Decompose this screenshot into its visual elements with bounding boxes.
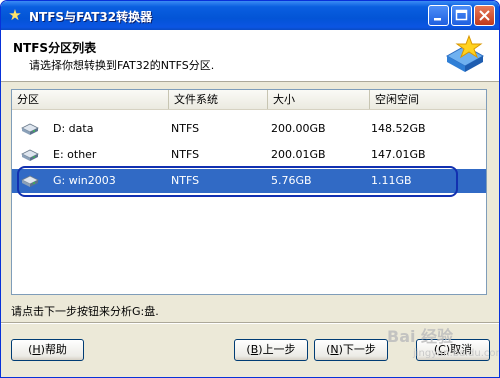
partition-size: 200.01GB: [271, 148, 326, 161]
maximize-icon: [455, 9, 468, 21]
selection-highlight-outline: [17, 166, 458, 197]
close-button[interactable]: [474, 5, 495, 26]
column-header-filesystem[interactable]: 文件系统: [169, 90, 268, 109]
partition-free: 148.52GB: [371, 122, 426, 135]
watermark-logo: Bai 经验: [387, 327, 454, 346]
help-button[interactable]: (H)帮助: [11, 339, 84, 361]
partition-size: 200.00GB: [271, 122, 326, 135]
partition-name: E: other: [53, 148, 97, 161]
back-label: 上一步: [262, 343, 296, 356]
wizard-header: NTFS分区列表 请选择你想转换到FAT32的NTFS分区.: [1, 30, 499, 82]
next-button[interactable]: (N)下一步: [314, 339, 388, 361]
header-subtitle: 请选择你想转换到FAT32的NTFS分区.: [29, 59, 215, 72]
maximize-button[interactable]: [451, 5, 472, 26]
back-accelerator: B: [250, 343, 259, 356]
help-accelerator: H: [32, 343, 41, 356]
partition-name: D: data: [53, 122, 94, 135]
back-button[interactable]: (B)上一步: [234, 339, 308, 361]
app-star-icon: ★: [8, 6, 22, 24]
hard-drive-icon: [21, 149, 39, 161]
status-text: 请点击下一步按钮来分析G:盘.: [11, 305, 159, 318]
column-header-free[interactable]: 空闲空间: [370, 90, 486, 109]
header-title: NTFS分区列表: [13, 41, 97, 55]
watermark-url: jingyan.baidu.com: [413, 348, 500, 359]
partition-row-e[interactable]: E: other NTFS 200.01GB 147.01GB: [12, 143, 486, 167]
window-title: NTFS与FAT32转换器: [29, 10, 153, 24]
minimize-icon: [434, 18, 441, 21]
partition-filesystem: NTFS: [171, 148, 200, 161]
hard-drive-icon: [21, 123, 39, 135]
next-accelerator: N: [330, 343, 339, 356]
converter-star-icon: [445, 34, 485, 72]
partition-filesystem: NTFS: [171, 122, 200, 135]
partition-row-d[interactable]: D: data NTFS 200.00GB 148.52GB: [12, 117, 486, 141]
converter-window: ★ NTFS与FAT32转换器 NTFS分区列表 请选择你想转换到FAT32的N…: [0, 0, 500, 378]
title-bar[interactable]: ★ NTFS与FAT32转换器: [1, 1, 499, 30]
close-icon: [479, 10, 490, 21]
minimize-button[interactable]: [428, 5, 449, 26]
partition-free: 147.01GB: [371, 148, 426, 161]
column-header-partition[interactable]: 分区: [12, 90, 169, 109]
column-header-row: 分区 文件系统 大小 空闲空间: [12, 90, 486, 110]
next-label: 下一步: [342, 343, 376, 356]
help-label: 帮助: [44, 343, 67, 356]
column-header-size[interactable]: 大小: [268, 90, 370, 109]
